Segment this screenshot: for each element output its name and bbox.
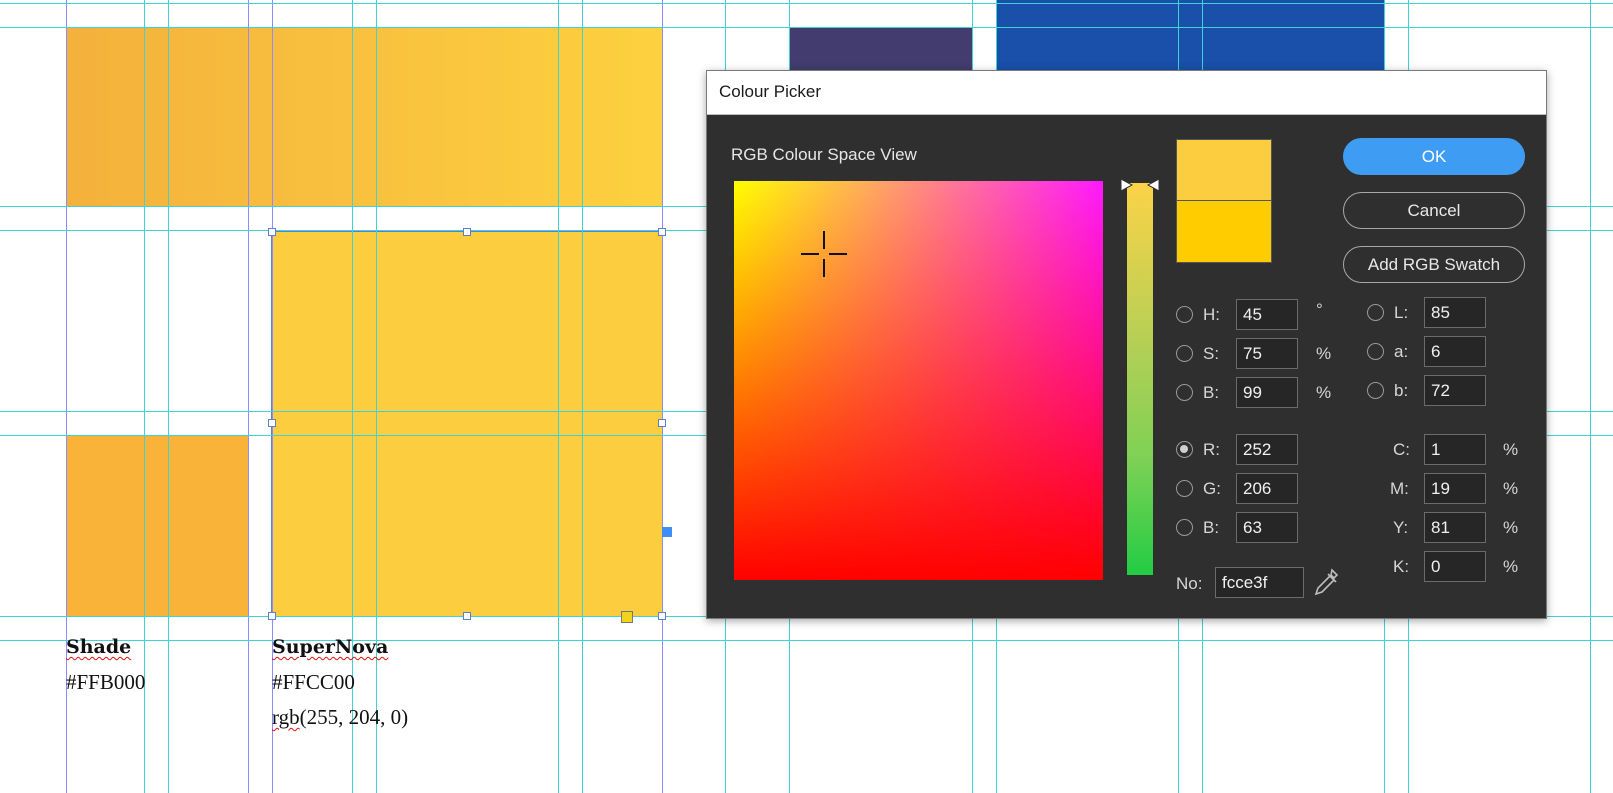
cyan-input[interactable]: 1: [1424, 434, 1486, 465]
shade-swatch[interactable]: [66, 436, 249, 616]
saturation-label: S:: [1203, 344, 1220, 363]
brightness-input[interactable]: 99: [1236, 377, 1298, 408]
lab-b-label: b:: [1394, 381, 1409, 400]
crosshair-icon[interactable]: [801, 231, 847, 277]
black-label: K:: [1393, 557, 1410, 576]
dialog-titlebar[interactable]: Colour Picker: [707, 71, 1546, 115]
ok-button[interactable]: OK: [1343, 138, 1525, 175]
lab-a-label: a:: [1394, 342, 1409, 361]
hex-label: No:: [1176, 574, 1203, 593]
hue-unit: °: [1316, 300, 1323, 319]
hue-label: H:: [1203, 305, 1220, 324]
radio-saturation[interactable]: [1176, 345, 1193, 362]
magenta-input[interactable]: 19: [1424, 473, 1486, 504]
supernova-hex: #FFCC00: [272, 670, 355, 694]
value-slider[interactable]: [1127, 183, 1153, 575]
lab-l-input[interactable]: 85: [1424, 297, 1486, 328]
original-colour-preview[interactable]: [1176, 201, 1272, 263]
colour-space-label: RGB Colour Space View: [731, 145, 917, 164]
green-input[interactable]: 206: [1236, 473, 1298, 504]
radio-hue[interactable]: [1176, 306, 1193, 323]
supernova-rgb: rgb(255, 204, 0): [272, 705, 409, 729]
radio-red[interactable]: [1176, 441, 1193, 458]
lab-a-input[interactable]: 6: [1424, 336, 1486, 367]
hex-input[interactable]: fcce3f: [1215, 567, 1304, 598]
yellow-input[interactable]: 81: [1424, 512, 1486, 543]
saturation-input[interactable]: 75: [1236, 338, 1298, 369]
navy-swatch[interactable]: [790, 27, 973, 70]
colour-field[interactable]: [734, 181, 1103, 580]
magenta-unit: %: [1503, 479, 1519, 498]
out-port-handle[interactable]: [662, 527, 672, 537]
eyedropper-icon[interactable]: [1312, 567, 1340, 597]
banner-swatch[interactable]: [66, 27, 662, 207]
radio-lab-b[interactable]: [1367, 382, 1384, 399]
lab-l-label: L:: [1394, 303, 1409, 322]
blue-input[interactable]: 63: [1236, 512, 1298, 543]
red-label: R:: [1203, 440, 1220, 459]
radio-lab-l[interactable]: [1367, 304, 1384, 321]
cyan-label: C:: [1393, 440, 1410, 459]
brightness-label: B:: [1203, 383, 1220, 402]
red-input[interactable]: 252: [1236, 434, 1298, 465]
radio-green[interactable]: [1176, 480, 1193, 497]
radio-blue[interactable]: [1176, 519, 1193, 536]
shade-hex: #FFB000: [66, 670, 146, 694]
dialog-title: Colour Picker: [719, 82, 822, 101]
radio-brightness[interactable]: [1176, 384, 1193, 401]
lab-b-input[interactable]: 72: [1424, 375, 1486, 406]
cyan-unit: %: [1503, 440, 1519, 459]
shade-name: Shade: [66, 636, 132, 658]
blue-swatch[interactable]: [997, 0, 1385, 70]
add-rgb-swatch-button[interactable]: Add RGB Swatch: [1343, 246, 1525, 283]
corner-options-handle[interactable]: [621, 611, 633, 623]
yellow-label: Y:: [1393, 518, 1409, 537]
supernova-swatch[interactable]: [271, 231, 663, 617]
yellow-unit: %: [1503, 518, 1519, 537]
brightness-unit: %: [1316, 383, 1332, 402]
supernova-name: SuperNova: [272, 636, 389, 658]
colour-picker-dialog: Colour Picker RGB Colour Space View OK C…: [706, 70, 1547, 619]
slider-handle-icon[interactable]: [1120, 177, 1160, 193]
blue-label: B:: [1203, 518, 1220, 537]
new-colour-preview: [1176, 139, 1272, 201]
cancel-button[interactable]: Cancel: [1343, 192, 1525, 229]
hue-input[interactable]: 45: [1236, 299, 1298, 330]
black-input[interactable]: 0: [1424, 551, 1486, 582]
radio-lab-a[interactable]: [1367, 343, 1384, 360]
magenta-label: M:: [1390, 479, 1409, 498]
green-label: G:: [1203, 479, 1221, 498]
saturation-unit: %: [1316, 344, 1332, 363]
black-unit: %: [1503, 557, 1519, 576]
